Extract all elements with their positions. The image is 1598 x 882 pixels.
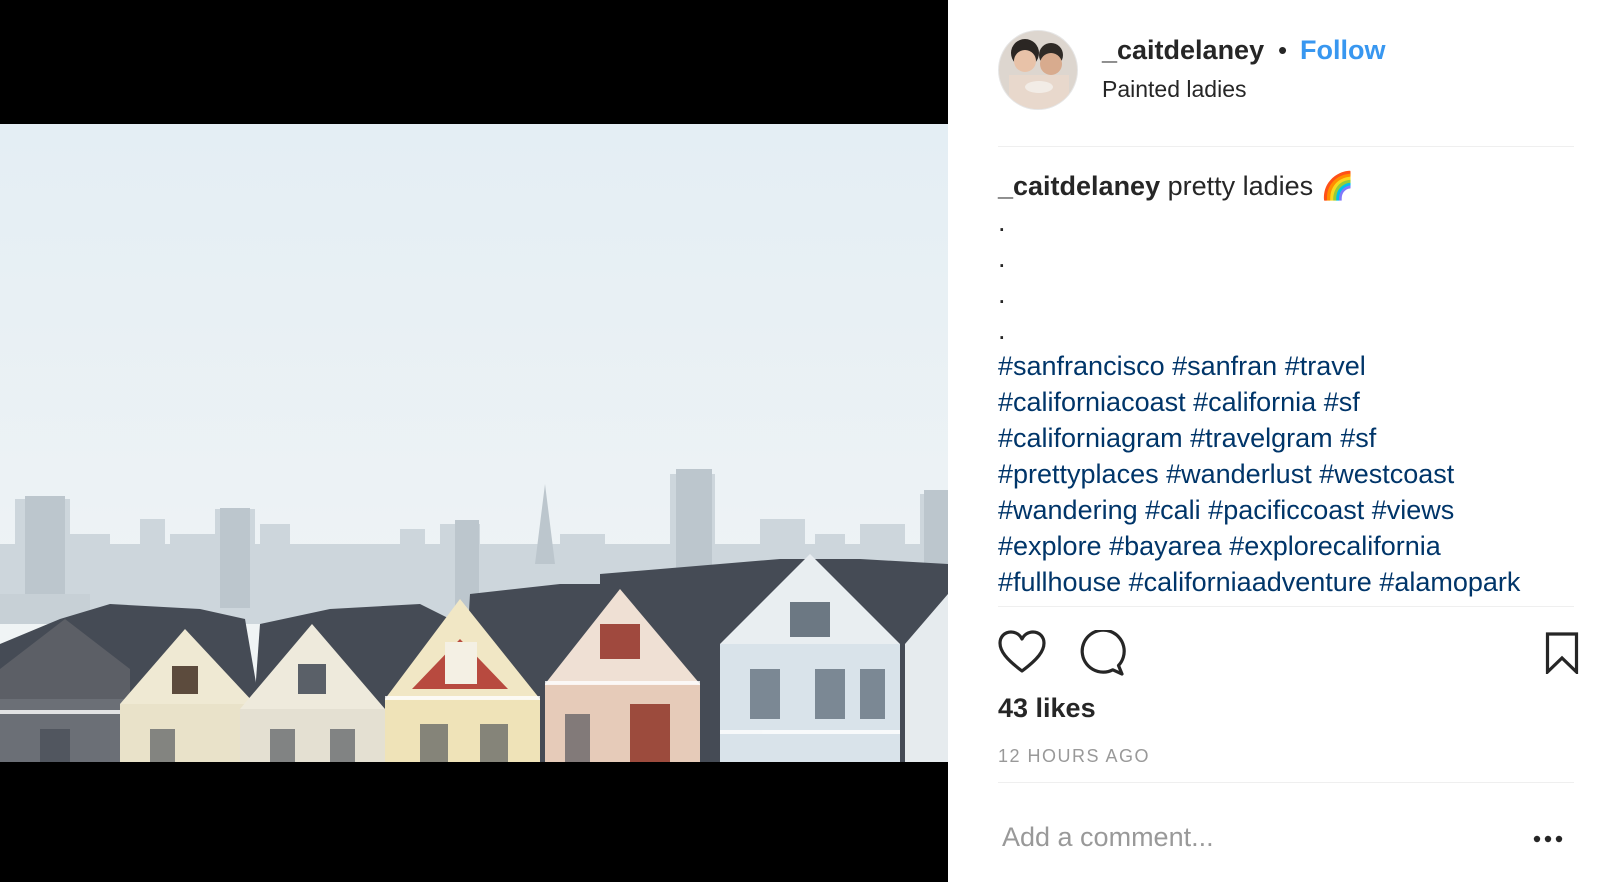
caption-dot: . [998, 243, 1006, 273]
hashtag-line: #californiagram #travelgram #sf [998, 420, 1578, 456]
caption-divider [998, 606, 1574, 607]
more-options-icon [1533, 835, 1563, 843]
hashtag-link[interactable]: #californiacoast [998, 387, 1186, 417]
hashtag-link[interactable]: #travelgram [1190, 423, 1333, 453]
header-separator: • [1278, 35, 1288, 65]
likes-count[interactable]: 43 likes [998, 693, 1096, 724]
hashtag-link[interactable]: #sf [1324, 387, 1360, 417]
hashtag-link[interactable]: #pacificcoast [1208, 495, 1364, 525]
hashtag-link[interactable]: #cali [1145, 495, 1201, 525]
bookmark-icon [1545, 632, 1579, 676]
caption-dot: . [998, 315, 1006, 345]
hashtag-link[interactable]: #sf [1340, 423, 1376, 453]
hashtag-line: #californiacoast #california #sf [998, 384, 1578, 420]
hashtag-link[interactable]: #fullhouse [998, 567, 1121, 597]
hashtag-link[interactable]: #travel [1285, 351, 1366, 381]
caption-dot: . [998, 207, 1006, 237]
post-details-panel: _caitdelaney • Follow Painted ladies _ca… [948, 0, 1598, 882]
post-photo-painted-ladies [0, 124, 948, 762]
hashtag-line: #wandering #cali #pacificcoast #views [998, 492, 1578, 528]
hashtag-link[interactable]: #explore [998, 531, 1102, 561]
hashtag-link[interactable]: #views [1372, 495, 1455, 525]
comment-input[interactable] [1000, 816, 1504, 858]
follow-button[interactable]: Follow [1300, 35, 1385, 66]
caption-dot: . [998, 279, 1006, 309]
post-timestamp[interactable]: 12 HOURS AGO [998, 746, 1150, 767]
post-location[interactable]: Painted ladies [1102, 76, 1247, 103]
hashtag-link[interactable]: #wanderlust [1166, 459, 1312, 489]
hashtag-link[interactable]: #wandering [998, 495, 1138, 525]
hashtag-link[interactable]: #californiagram [998, 423, 1183, 453]
hashtag-link[interactable]: #bayarea [1109, 531, 1222, 561]
post-caption: _caitdelaney pretty ladies 🌈 . . . . #sa… [998, 168, 1578, 600]
caption-text: pretty ladies 🌈 [1167, 171, 1355, 201]
hashtag-link[interactable]: #explorecalifornia [1229, 531, 1441, 561]
caption-first-line: _caitdelaney pretty ladies 🌈 [998, 168, 1578, 204]
hashtag-line: #fullhouse #californiaadventure #alamopa… [998, 564, 1578, 600]
caption-username[interactable]: _caitdelaney [998, 171, 1160, 201]
post-media[interactable] [0, 0, 948, 882]
hashtag-line: #sanfrancisco #sanfran #travel [998, 348, 1578, 384]
hashtag-link[interactable]: #california [1193, 387, 1316, 417]
hashtag-link[interactable]: #californiaadventure [1129, 567, 1372, 597]
comment-button[interactable] [1078, 628, 1126, 681]
more-options-button[interactable] [1533, 830, 1563, 848]
post-author-username[interactable]: _caitdelaney [1102, 35, 1264, 66]
hashtag-line: #prettyplaces #wanderlust #westcoast [998, 456, 1578, 492]
avatar[interactable] [998, 30, 1078, 110]
hashtag-line: #explore #bayarea #explorecalifornia [998, 528, 1578, 564]
hashtag-link[interactable]: #sanfran [1172, 351, 1277, 381]
like-button[interactable] [998, 630, 1046, 679]
hashtag-link[interactable]: #westcoast [1319, 459, 1454, 489]
hashtag-link[interactable]: #alamopark [1379, 567, 1520, 597]
hashtag-link[interactable]: #prettyplaces [998, 459, 1159, 489]
heart-icon [998, 630, 1046, 673]
hashtag-link[interactable]: #sanfrancisco [998, 351, 1165, 381]
comment-bubble-icon [1080, 628, 1126, 676]
header-divider [998, 146, 1574, 147]
comment-divider [998, 782, 1574, 783]
save-button[interactable] [1545, 632, 1579, 679]
